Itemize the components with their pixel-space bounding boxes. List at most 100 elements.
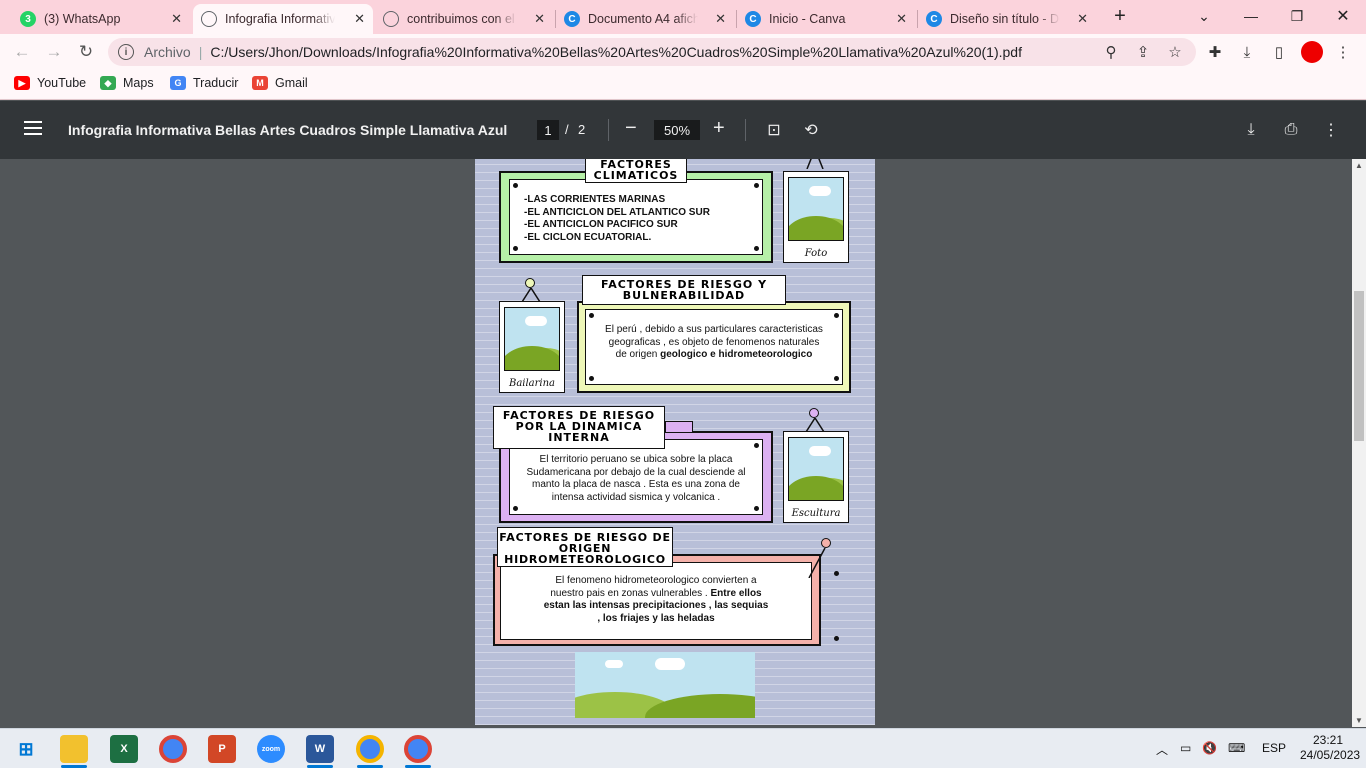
print-icon[interactable]: ⎙: [1280, 119, 1302, 141]
pdf-toolbar: Infografia Informativa Bellas Artes Cuad…: [0, 101, 1366, 159]
bookmark-gmail[interactable]: M Gmail: [252, 76, 308, 90]
word-icon[interactable]: W: [306, 735, 334, 763]
tab-strip: 3 (3) WhatsApp ✕ Infografia Informativa …: [0, 0, 1366, 34]
battery-icon[interactable]: ▭: [1180, 741, 1191, 755]
close-icon[interactable]: ✕: [534, 11, 545, 27]
back-arrow-icon[interactable]: ←: [10, 40, 34, 64]
fit-page-icon[interactable]: ⊡: [763, 119, 785, 141]
pdf-viewer[interactable]: -LAS CORRIENTES MARINAS -EL ANTICICLON D…: [0, 159, 1352, 727]
close-icon[interactable]: ✕: [171, 11, 182, 27]
chrome-icon[interactable]: [159, 735, 187, 763]
photo-caption: Foto: [804, 248, 828, 259]
scroll-up-icon[interactable]: ▲: [1355, 161, 1363, 170]
scroll-thumb[interactable]: [1354, 291, 1364, 441]
restore-button[interactable]: ❐: [1274, 0, 1320, 32]
canva-icon: C: [564, 11, 580, 27]
chrome-profile2-icon[interactable]: [404, 735, 432, 763]
minimize-button[interactable]: —: [1228, 0, 1274, 32]
tab-title: Diseño sin título - Doc: [950, 12, 1060, 26]
card-hidro-body: El fenomeno hidrometeorologico convierte…: [500, 562, 812, 640]
photo-frame-bailarina: Bailarina: [499, 301, 565, 393]
tab-search-chevron-icon[interactable]: ⌄: [1181, 0, 1227, 32]
share-icon[interactable]: ⇪: [1133, 42, 1153, 62]
zoom-out-button[interactable]: −: [625, 117, 637, 140]
translate-icon: G: [170, 76, 186, 90]
tab-title: Documento A4 afiche: [588, 12, 698, 26]
close-icon[interactable]: ✕: [896, 11, 907, 27]
info-icon[interactable]: i: [118, 44, 134, 60]
photo-caption: Escultura: [791, 508, 841, 519]
card-climaticos-body: -LAS CORRIENTES MARINAS -EL ANTICICLON D…: [509, 179, 763, 255]
clock[interactable]: 23:21 24/05/2023: [1300, 733, 1361, 763]
close-icon[interactable]: ✕: [354, 11, 365, 27]
pdf-title: Infografia Informativa Bellas Artes Cuad…: [68, 122, 508, 138]
keyboard-icon[interactable]: ⌨: [1228, 741, 1245, 755]
pdf-more-icon[interactable]: ⋮: [1320, 119, 1342, 141]
address-scheme-label: Archivo: [144, 44, 191, 60]
hanger-pin: [821, 538, 831, 548]
page-number-input[interactable]: 1: [537, 120, 559, 140]
photo-frame-foto: Foto: [783, 171, 849, 263]
forward-arrow-icon[interactable]: →: [42, 40, 66, 64]
pdf-page: -LAS CORRIENTES MARINAS -EL ANTICICLON D…: [475, 159, 875, 725]
riesgo-text-bold: geologico e hidrometeorologico: [660, 349, 813, 360]
close-icon[interactable]: ✕: [715, 11, 726, 27]
hanger: [803, 417, 827, 433]
excel-icon[interactable]: X: [110, 735, 138, 763]
zoom-icon[interactable]: zoom: [257, 735, 285, 763]
canva-icon: C: [745, 11, 761, 27]
hamburger-menu-icon[interactable]: [24, 121, 42, 135]
decor-dot: [834, 571, 839, 576]
card-riesgo: El perú , debido a sus particulares cara…: [577, 301, 851, 393]
vertical-scrollbar[interactable]: ▲ ▼: [1352, 159, 1366, 727]
tab-whatsapp[interactable]: 3 (3) WhatsApp ✕: [12, 4, 190, 34]
landscape-image: [788, 177, 844, 241]
chrome-profile-icon[interactable]: [356, 735, 384, 763]
rotate-icon[interactable]: ⟲: [800, 119, 822, 141]
download-icon[interactable]: ⤓: [1237, 42, 1257, 62]
tab-title: contribuimos con el p: [407, 12, 517, 26]
reload-icon[interactable]: ↻: [74, 40, 98, 64]
landscape-image: [788, 437, 844, 501]
clima-line: -EL ANTICICLON PACIFICO SUR: [524, 219, 678, 230]
close-icon[interactable]: ✕: [1077, 11, 1088, 27]
bottom-landscape-image: [575, 652, 755, 718]
tray-chevron-icon[interactable]: ︿: [1156, 741, 1168, 758]
tab-documento-a4[interactable]: C Documento A4 afiche ✕: [556, 4, 734, 34]
bookmark-youtube[interactable]: ▶ YouTube: [14, 76, 86, 90]
address-bar[interactable]: i Archivo | C:/Users/Jhon/Downloads/Info…: [108, 38, 1196, 66]
bookmark-maps[interactable]: ◆ Maps: [100, 76, 154, 90]
new-tab-button[interactable]: +: [1097, 0, 1143, 32]
profile-avatar[interactable]: [1301, 41, 1323, 63]
heading-dinamica: FACTORES DE RIESGO POR LA DINAMICA INTER…: [493, 406, 665, 449]
youtube-icon: ▶: [14, 76, 30, 90]
gmail-icon: M: [252, 76, 268, 90]
explorer-icon[interactable]: [60, 735, 88, 763]
toolbar-divider: [608, 119, 609, 141]
heading-climaticos: FACTORES CLIMATICOS: [585, 159, 687, 183]
tab-diseno-sin-titulo[interactable]: C Diseño sin título - Doc ✕: [918, 4, 1096, 34]
tab-title: Infografia Informativa: [225, 12, 335, 26]
tab-inicio-canva[interactable]: C Inicio - Canva ✕: [737, 4, 915, 34]
star-icon[interactable]: ☆: [1165, 42, 1185, 62]
download-pdf-icon[interactable]: ⤓: [1240, 119, 1262, 141]
start-windows-icon[interactable]: ⊞: [12, 735, 40, 763]
zoom-in-button[interactable]: +: [713, 117, 725, 140]
volume-muted-icon[interactable]: 🔇: [1202, 741, 1217, 755]
card-climaticos: -LAS CORRIENTES MARINAS -EL ANTICICLON D…: [499, 171, 773, 263]
powerpoint-icon[interactable]: P: [208, 735, 236, 763]
zoom-level-input[interactable]: 50%: [654, 120, 700, 140]
clock-date: 24/05/2023: [1300, 748, 1361, 762]
tab-infografia[interactable]: Infografia Informativa ✕: [193, 4, 373, 34]
clima-line: -LAS CORRIENTES MARINAS: [524, 194, 666, 205]
scroll-down-icon[interactable]: ▼: [1355, 716, 1363, 725]
kebab-menu-icon[interactable]: ⋮: [1333, 42, 1353, 62]
tab-contribuimos[interactable]: contribuimos con el p ✕: [375, 4, 553, 34]
language-indicator[interactable]: ESP: [1262, 741, 1286, 755]
bookmark-traducir[interactable]: G Traducir: [170, 76, 238, 90]
extensions-icon[interactable]: ✚: [1205, 42, 1225, 62]
close-window-button[interactable]: ✕: [1320, 0, 1366, 32]
photo-caption: Bailarina: [508, 378, 556, 389]
side-panel-icon[interactable]: ▯: [1269, 42, 1289, 62]
zoom-magnifier-icon[interactable]: ⚲: [1101, 42, 1121, 62]
